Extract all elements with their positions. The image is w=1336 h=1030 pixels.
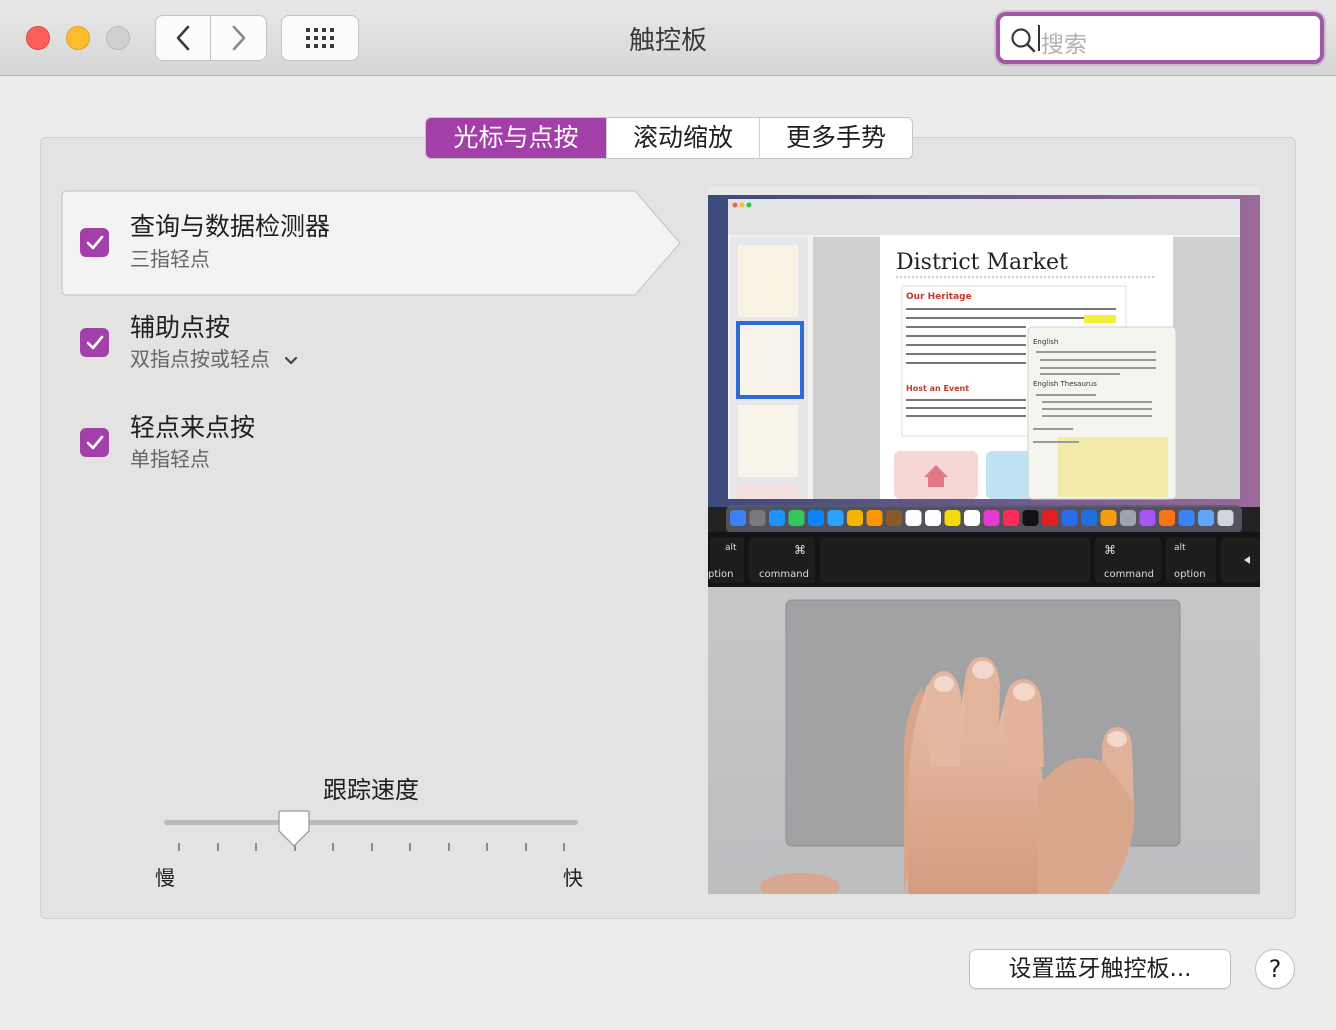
slider-tick bbox=[563, 843, 565, 851]
option-lookup-data-detectors[interactable]: 查询与数据检测器 三指轻点 bbox=[61, 190, 681, 296]
option-title: 轻点来点按 bbox=[130, 413, 256, 442]
tab-bar: 光标与点按 滚动缩放 更多手势 bbox=[425, 117, 913, 159]
preview-illustration: District Market Our Heritage Host an Eve… bbox=[708, 187, 1260, 894]
slider-max-label: 快 bbox=[563, 866, 583, 890]
dock-icon bbox=[808, 510, 824, 526]
dock-icon bbox=[964, 510, 980, 526]
dock-icon bbox=[1081, 510, 1097, 526]
dock-icon bbox=[1003, 510, 1019, 526]
search-icon bbox=[1011, 28, 1036, 53]
dock-icon bbox=[944, 510, 961, 526]
slider-tick bbox=[178, 843, 180, 851]
chevron-down-icon bbox=[285, 356, 298, 364]
dock-icon bbox=[1139, 510, 1156, 526]
option-tap-to-click[interactable]: 轻点来点按 单指轻点 bbox=[61, 396, 681, 501]
key-alt-right: alt bbox=[1174, 543, 1186, 553]
key-option-right: option bbox=[1174, 569, 1206, 580]
command-symbol-right: ⌘ bbox=[1104, 543, 1116, 557]
dock-icon bbox=[730, 510, 746, 526]
checkmark-icon bbox=[86, 335, 103, 349]
slider-tick bbox=[524, 843, 527, 851]
secondary-click-popup[interactable]: 双指点按或轻点 bbox=[130, 343, 298, 372]
dock-icon bbox=[1178, 510, 1195, 526]
setup-bluetooth-trackpad-button[interactable]: 设置蓝牙触控板... bbox=[969, 949, 1231, 989]
dock-icon bbox=[769, 510, 785, 526]
command-symbol-left: ⌘ bbox=[794, 543, 806, 557]
slider-tick bbox=[332, 843, 334, 851]
gesture-preview-video: District Market Our Heritage Host an Eve… bbox=[708, 187, 1260, 894]
preview-popup-heading: English bbox=[1033, 338, 1058, 346]
preview-doc-title: District Market bbox=[896, 250, 1068, 275]
dock-icon bbox=[866, 510, 883, 526]
option-subtitle: 单指轻点 bbox=[130, 447, 210, 471]
slider-min-label: 慢 bbox=[155, 866, 175, 890]
dock-icon bbox=[1022, 510, 1039, 526]
option-title: 辅助点按 bbox=[130, 313, 231, 342]
tracking-speed-label: 跟踪速度 bbox=[323, 776, 419, 804]
dock-icon bbox=[886, 510, 902, 526]
slider-tick bbox=[447, 843, 450, 851]
slider-tick bbox=[216, 843, 219, 851]
tab-point-and-click[interactable]: 光标与点按 bbox=[426, 118, 606, 158]
key-alt-left: alt bbox=[725, 543, 737, 553]
search-placeholder: 搜索 bbox=[1041, 32, 1087, 58]
title-bar: 触控板 搜索 bbox=[0, 0, 1336, 76]
option-subtitle: 双指点按或轻点 bbox=[130, 347, 270, 371]
secondary-click-checkbox[interactable] bbox=[80, 328, 109, 357]
option-title: 查询与数据检测器 bbox=[130, 212, 331, 241]
lookup-checkbox[interactable] bbox=[80, 228, 109, 257]
dock-icon bbox=[1061, 510, 1078, 526]
slider-tick bbox=[486, 843, 488, 851]
checkmark-icon bbox=[86, 235, 103, 249]
checkmark-icon bbox=[86, 435, 103, 449]
dock-icon bbox=[1198, 510, 1214, 526]
option-subtitle: 三指轻点 bbox=[130, 247, 210, 271]
tab-more-gestures[interactable]: 更多手势 bbox=[759, 118, 912, 158]
slider-tick bbox=[409, 843, 411, 851]
tap-to-click-checkbox[interactable] bbox=[80, 428, 109, 457]
preview-section-event: Host an Event bbox=[906, 384, 969, 393]
text-cursor bbox=[1038, 25, 1040, 51]
dock-icon bbox=[1042, 510, 1058, 526]
key-option-left: ption bbox=[708, 569, 734, 580]
dock-icon bbox=[1120, 510, 1136, 526]
slider-tick bbox=[255, 843, 257, 851]
preview-popup-thesaurus: English Thesaurus bbox=[1033, 380, 1097, 388]
dock-icon bbox=[847, 510, 863, 526]
dock-icon bbox=[749, 510, 766, 526]
help-button[interactable]: ? bbox=[1255, 949, 1295, 989]
dock-icon bbox=[905, 510, 922, 526]
search-field[interactable]: 搜索 bbox=[996, 12, 1324, 64]
dock-icon bbox=[827, 510, 844, 526]
dock-icon bbox=[1159, 510, 1175, 526]
key-command-left: command bbox=[759, 569, 809, 580]
slider-knob[interactable] bbox=[277, 809, 311, 849]
key-command-right: command bbox=[1104, 569, 1154, 580]
dock-icon bbox=[788, 510, 805, 526]
slider-tick bbox=[370, 843, 373, 851]
dock-icon bbox=[925, 510, 941, 526]
dock-icon bbox=[1100, 510, 1117, 526]
tracking-speed-slider[interactable] bbox=[164, 820, 578, 825]
preview-section-heritage: Our Heritage bbox=[906, 292, 972, 302]
option-secondary-click[interactable]: 辅助点按 双指点按或轻点 bbox=[61, 296, 681, 401]
dock-icon bbox=[983, 510, 1000, 526]
dock-icon bbox=[1217, 510, 1234, 526]
tab-scroll-and-zoom[interactable]: 滚动缩放 bbox=[606, 118, 759, 158]
